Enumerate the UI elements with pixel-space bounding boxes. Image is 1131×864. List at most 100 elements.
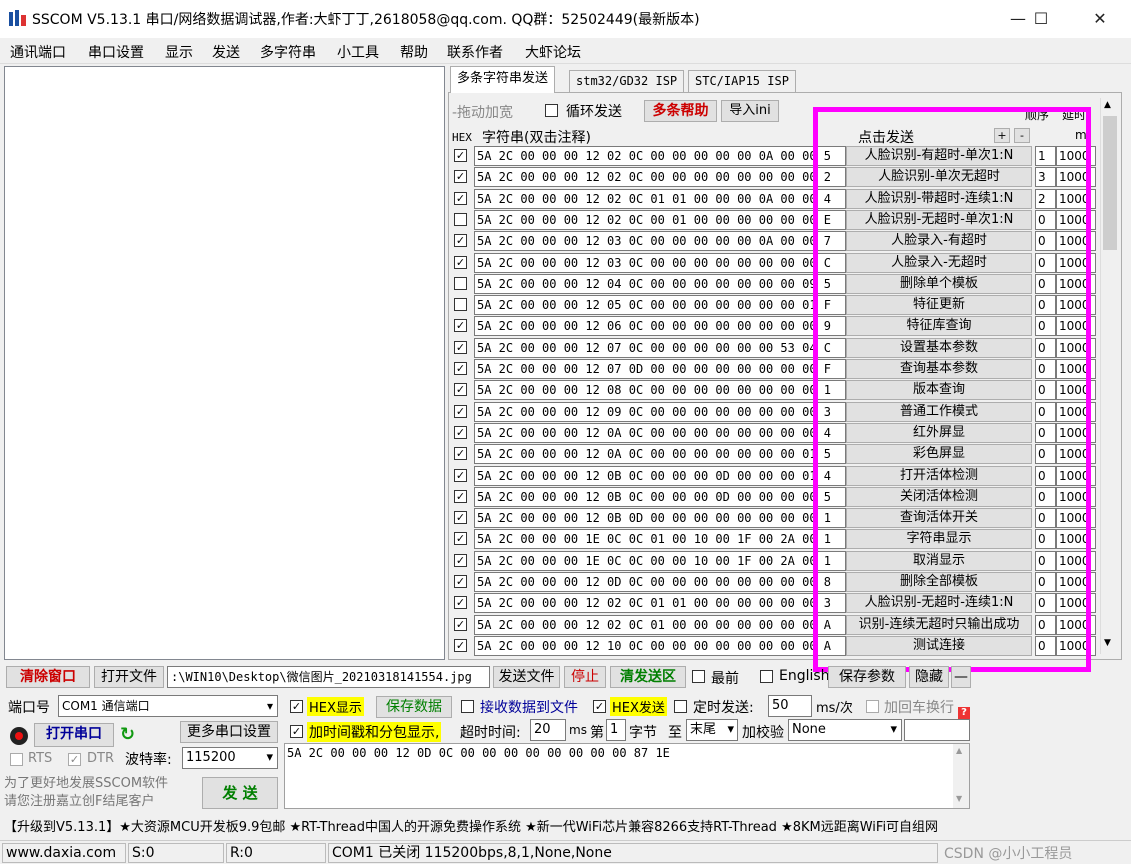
scroll-down-icon[interactable]: ▼ — [956, 794, 962, 803]
row-delay-input[interactable]: 1000 — [1056, 551, 1096, 571]
row-delay-input[interactable]: 1000 — [1056, 636, 1096, 656]
row-order-input[interactable]: 0 — [1035, 615, 1056, 635]
row-order-input[interactable]: 0 — [1035, 444, 1056, 464]
help-icon[interactable]: ? — [958, 707, 970, 719]
row-hex-input[interactable]: 5A 2C 00 00 00 12 02 0C 00 00 00 00 00 0… — [474, 167, 846, 187]
row-hex-input[interactable]: 5A 2C 00 00 00 1E 0C 0C 00 00 10 00 1F 0… — [474, 551, 846, 571]
ad-banner[interactable]: 【升级到V5.13.1】★大资源MCU开发板9.9包邮 ★RT-Thread中国… — [4, 816, 938, 835]
row-delay-input[interactable]: 1000 — [1056, 253, 1096, 273]
row-order-input[interactable]: 0 — [1035, 423, 1056, 443]
timed-send-checkbox[interactable] — [674, 700, 687, 713]
baud-select[interactable]: 115200 ▾ — [182, 747, 278, 769]
multi-help-button[interactable]: 多条帮助 — [644, 100, 717, 122]
row-order-input[interactable]: 0 — [1035, 529, 1056, 549]
row-send-button[interactable]: 字符串显示 — [846, 529, 1032, 549]
nth-input[interactable]: 1 — [606, 719, 626, 741]
row-hex-input[interactable]: 5A 2C 00 00 00 12 0B 0D 00 00 00 00 00 0… — [474, 508, 846, 528]
row-send-button[interactable]: 人脸识别-无超时-连续1:N — [846, 593, 1032, 613]
to-select[interactable]: 末尾 ▾ — [686, 719, 738, 741]
english-checkbox[interactable] — [760, 670, 773, 683]
row-order-input[interactable]: 0 — [1035, 295, 1056, 315]
row-send-button[interactable]: 人脸录入-无超时 — [846, 253, 1032, 273]
row-order-input[interactable]: 0 — [1035, 359, 1056, 379]
row-send-button[interactable]: 识别-连续无超时只输出成功 — [846, 615, 1032, 635]
row-send-checkbox[interactable]: ✓ — [454, 192, 467, 205]
row-send-button[interactable]: 删除全部模板 — [846, 572, 1032, 592]
row-send-checkbox[interactable]: ✓ — [454, 447, 467, 460]
close-button[interactable]: ✕ — [1077, 0, 1123, 38]
row-send-checkbox[interactable]: ✓ — [454, 575, 467, 588]
maximize-button[interactable]: ☐ — [1018, 0, 1064, 38]
menu-tools[interactable]: 小工具 — [337, 42, 379, 62]
row-send-button[interactable]: 关闭活体检测 — [846, 487, 1032, 507]
row-send-button[interactable]: 测试连接 — [846, 636, 1032, 656]
status-site[interactable]: www.daxia.com — [2, 843, 126, 863]
row-send-button[interactable]: 人脸识别-无超时-单次1:N — [846, 210, 1032, 230]
send-area[interactable]: 5A 2C 00 00 00 12 0D 0C 00 00 00 00 00 0… — [284, 743, 970, 809]
row-send-checkbox[interactable] — [454, 298, 467, 311]
row-delay-input[interactable]: 1000 — [1056, 210, 1096, 230]
row-delay-input[interactable]: 1000 — [1056, 593, 1096, 613]
menu-forum[interactable]: 大虾论坛 — [525, 42, 581, 62]
row-send-checkbox[interactable]: ✓ — [454, 596, 467, 609]
row-delay-input[interactable]: 1000 — [1056, 359, 1096, 379]
scroll-up-icon[interactable]: ▲ — [956, 746, 962, 755]
row-send-button[interactable]: 查询基本参数 — [846, 359, 1032, 379]
send-file-button[interactable]: 发送文件 — [493, 666, 560, 688]
save-data-button[interactable]: 保存数据 — [376, 696, 452, 718]
row-delay-input[interactable]: 1000 — [1056, 572, 1096, 592]
row-send-checkbox[interactable]: ✓ — [454, 490, 467, 503]
row-hex-input[interactable]: 5A 2C 00 00 00 12 0B 0C 00 00 00 0D 00 0… — [474, 487, 846, 507]
row-send-button[interactable]: 特征库查询 — [846, 316, 1032, 336]
row-send-button[interactable]: 删除单个模板 — [846, 274, 1032, 294]
row-order-input[interactable]: 0 — [1035, 593, 1056, 613]
topmost-checkbox[interactable] — [692, 670, 705, 683]
menu-send[interactable]: 发送 — [212, 42, 240, 62]
row-send-checkbox[interactable]: ✓ — [454, 234, 467, 247]
port-select[interactable]: COM1 通信端口 ▾ — [58, 695, 278, 717]
row-hex-input[interactable]: 5A 2C 00 00 00 12 02 0C 00 01 00 00 00 0… — [474, 210, 846, 230]
row-send-button[interactable]: 设置基本参数 — [846, 338, 1032, 358]
clear-send-button[interactable]: 清发送区 — [610, 666, 686, 688]
drag-widen-label[interactable]: -拖动加宽 — [452, 102, 513, 122]
row-order-input[interactable]: 0 — [1035, 636, 1056, 656]
row-send-checkbox[interactable] — [454, 213, 467, 226]
row-delay-input[interactable]: 1000 — [1056, 274, 1096, 294]
row-order-input[interactable]: 0 — [1035, 572, 1056, 592]
row-send-checkbox[interactable]: ✓ — [454, 405, 467, 418]
checksum-extra-field[interactable] — [904, 719, 970, 741]
row-order-input[interactable]: 0 — [1035, 231, 1056, 251]
row-order-input[interactable]: 0 — [1035, 487, 1056, 507]
row-hex-input[interactable]: 5A 2C 00 00 00 12 03 0C 00 00 00 00 00 0… — [474, 253, 846, 273]
row-delay-input[interactable]: 1000 — [1056, 295, 1096, 315]
row-send-button[interactable]: 红外屏显 — [846, 423, 1032, 443]
hex-display-checkbox[interactable]: ✓ — [290, 700, 303, 713]
row-order-input[interactable]: 2 — [1035, 189, 1056, 209]
row-order-input[interactable]: 0 — [1035, 466, 1056, 486]
recv-to-file-checkbox[interactable] — [461, 700, 474, 713]
row-delay-input[interactable]: 1000 — [1056, 508, 1096, 528]
row-delay-input[interactable]: 1000 — [1056, 402, 1096, 422]
row-send-button[interactable]: 查询活体开关 — [846, 508, 1032, 528]
row-send-checkbox[interactable]: ✓ — [454, 618, 467, 631]
row-send-checkbox[interactable]: ✓ — [454, 469, 467, 482]
row-send-checkbox[interactable]: ✓ — [454, 554, 467, 567]
row-hex-input[interactable]: 5A 2C 00 00 00 12 10 0C 00 00 00 00 00 0… — [474, 636, 846, 656]
row-hex-input[interactable]: 5A 2C 00 00 00 12 07 0C 00 00 00 00 00 0… — [474, 338, 846, 358]
menu-multi-string[interactable]: 多字符串 — [260, 42, 316, 62]
save-params-button[interactable]: 保存参数 — [828, 666, 906, 688]
row-send-checkbox[interactable]: ✓ — [454, 639, 467, 652]
row-hex-input[interactable]: 5A 2C 00 00 00 12 07 0D 00 00 00 00 00 0… — [474, 359, 846, 379]
row-send-checkbox[interactable]: ✓ — [454, 170, 467, 183]
row-delay-input[interactable]: 1000 — [1056, 615, 1096, 635]
row-delay-input[interactable]: 1000 — [1056, 529, 1096, 549]
clear-window-button[interactable]: 清除窗口 — [6, 666, 90, 688]
row-send-checkbox[interactable]: ✓ — [454, 341, 467, 354]
row-send-checkbox[interactable]: ✓ — [454, 426, 467, 439]
row-order-input[interactable]: 0 — [1035, 380, 1056, 400]
row-delay-input[interactable]: 1000 — [1056, 146, 1096, 166]
collapse-button[interactable]: — — [951, 666, 971, 688]
row-hex-input[interactable]: 5A 2C 00 00 00 12 0A 0C 00 00 00 00 00 0… — [474, 423, 846, 443]
row-delay-input[interactable]: 1000 — [1056, 423, 1096, 443]
row-hex-input[interactable]: 5A 2C 00 00 00 12 02 0C 01 01 00 00 00 0… — [474, 189, 846, 209]
